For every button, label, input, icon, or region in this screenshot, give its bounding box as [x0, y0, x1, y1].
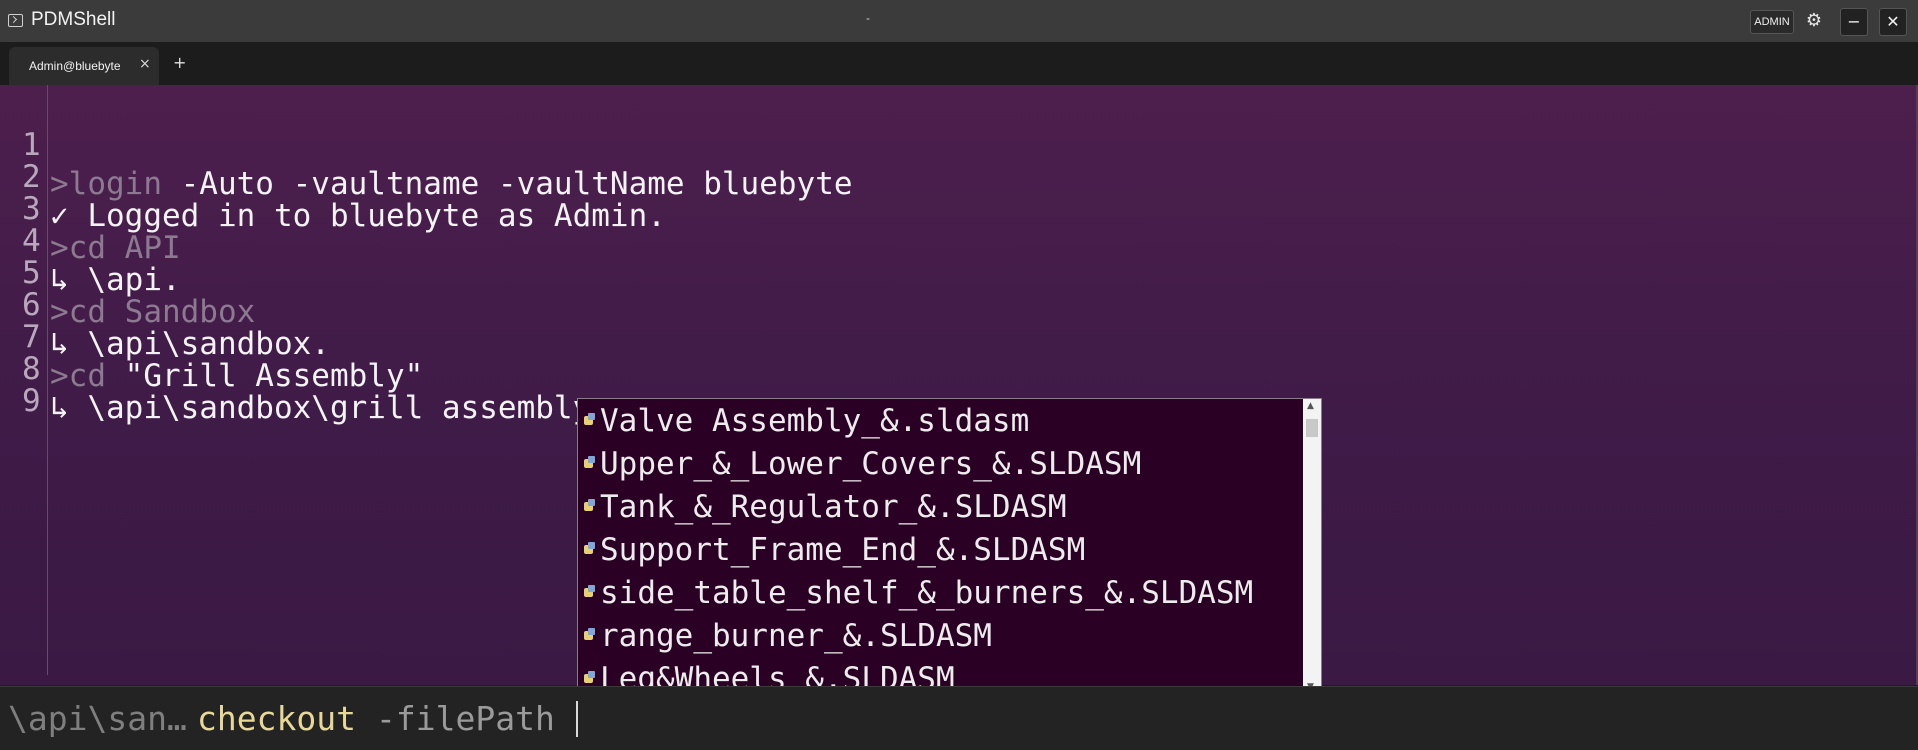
assembly-file-icon [584, 456, 596, 470]
current-path: \api\san… [8, 699, 187, 738]
assembly-file-icon [584, 413, 596, 427]
scroll-up-arrow-icon[interactable]: ▲ [1307, 401, 1314, 411]
assembly-file-icon [584, 542, 596, 556]
assembly-file-icon [584, 671, 596, 685]
popup-scrollbar[interactable]: ▲ ▼ [1303, 399, 1321, 695]
tab-bar: Admin@bluebyte × + [0, 42, 1918, 85]
autocomplete-item[interactable]: Tank_&_Regulator_&.SLDASM [584, 487, 1067, 527]
tab-admin-bluebyte[interactable]: Admin@bluebyte × [9, 47, 159, 85]
settings-gear-icon[interactable]: ⚙ [1803, 9, 1825, 33]
assembly-file-icon [584, 628, 596, 642]
line-number: 9 [22, 383, 41, 419]
title-center-text: - [866, 11, 870, 25]
autocomplete-popup: Valve Assembly_&.sldasm Upper_&_Lower_Co… [577, 398, 1322, 696]
autocomplete-item[interactable]: Valve Assembly_&.sldasm [584, 401, 1029, 441]
title-bar: PDMShell - ADMIN ⚙ − ✕ [0, 0, 1918, 42]
assembly-file-icon [584, 585, 596, 599]
new-tab-button[interactable]: + [173, 53, 186, 72]
autocomplete-item[interactable]: Upper_&_Lower_Covers_&.SLDASM [584, 444, 1141, 484]
autocomplete-item-label: Support_Frame_End_&.SLDASM [600, 532, 1086, 568]
minimize-button[interactable]: − [1840, 8, 1868, 36]
app-title: PDMShell [31, 9, 116, 30]
autocomplete-item-label: side_table_shelf_&_burners_&.SLDASM [600, 575, 1254, 611]
input-command: checkout [197, 699, 356, 738]
line-text: ↳ \api\sandbox\grill assembly. [50, 390, 610, 426]
tab-label: Admin@bluebyte [29, 59, 121, 73]
console-line: 9 [0, 343, 75, 419]
tab-close-icon[interactable]: × [139, 56, 151, 72]
admin-badge[interactable]: ADMIN [1750, 10, 1794, 34]
terminal-icon [8, 14, 23, 27]
autocomplete-item[interactable]: side_table_shelf_&_burners_&.SLDASM [584, 573, 1253, 613]
assembly-file-icon [584, 499, 596, 513]
scrollbar-thumb[interactable] [1306, 419, 1318, 437]
autocomplete-item-label: Upper_&_Lower_Covers_&.SLDASM [600, 446, 1142, 482]
autocomplete-item[interactable]: Support_Frame_End_&.SLDASM [584, 530, 1085, 570]
autocomplete-item[interactable]: range_burner_&.SLDASM [584, 616, 992, 656]
autocomplete-item-label: Valve Assembly_&.sldasm [600, 403, 1030, 439]
input-argument: -filePath [376, 699, 555, 738]
close-window-button[interactable]: ✕ [1879, 8, 1907, 36]
text-caret [576, 701, 578, 737]
command-input-bar[interactable]: \api\san… checkout -filePath [0, 686, 1918, 750]
autocomplete-item-label: range_burner_&.SLDASM [600, 618, 992, 654]
autocomplete-item-label: Tank_&_Regulator_&.SLDASM [600, 489, 1067, 525]
